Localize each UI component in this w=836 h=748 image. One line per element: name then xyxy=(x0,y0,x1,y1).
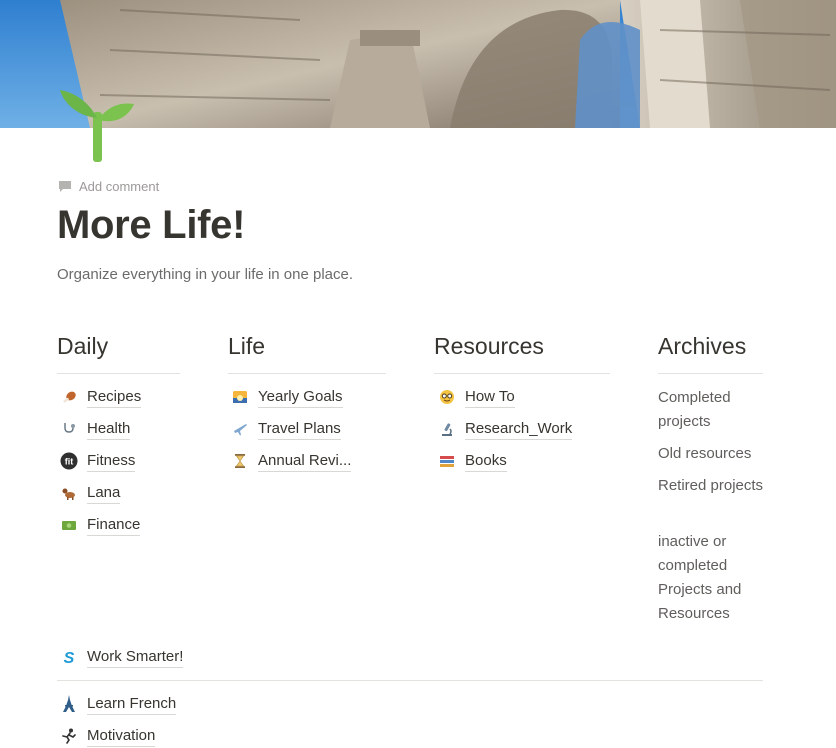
link-work-smarter[interactable]: S Work Smarter! xyxy=(60,645,184,669)
runner-icon xyxy=(60,727,78,745)
seedling-icon xyxy=(60,90,134,162)
resources-heading-rule xyxy=(434,373,610,374)
page-title[interactable]: More Life! xyxy=(57,203,245,248)
link-recipes[interactable]: Recipes xyxy=(60,385,142,409)
divider xyxy=(57,680,763,681)
comment-icon xyxy=(59,180,71,192)
link-finance[interactable]: Finance xyxy=(60,513,141,537)
archives-heading-rule xyxy=(658,373,763,374)
microscope-icon xyxy=(438,420,456,438)
link-learn-french[interactable]: Learn French xyxy=(60,692,177,716)
dollar-banknote-icon xyxy=(60,516,78,534)
svg-text:fit: fit xyxy=(65,457,74,467)
link-books[interactable]: Books xyxy=(438,449,507,473)
archive-note-completed-projects: Completed projects xyxy=(658,389,731,430)
hourglass-icon xyxy=(231,452,249,470)
link-label: Yearly Goals xyxy=(258,387,343,408)
link-label: Fitness xyxy=(87,451,136,472)
page-icon-seedling[interactable] xyxy=(58,84,136,164)
s-logo-icon: S xyxy=(60,648,78,666)
link-label: Health xyxy=(87,419,131,440)
dog-icon xyxy=(60,484,78,502)
link-research-work[interactable]: Research_Work xyxy=(438,417,573,441)
archive-note-inactive: inactive or completed Projects and Resou… xyxy=(658,533,742,622)
daily-heading-rule xyxy=(57,373,180,374)
link-label: Learn French xyxy=(87,694,177,715)
link-label: Travel Plans xyxy=(258,419,341,440)
page-subtitle: Organize everything in your life in one … xyxy=(57,266,354,283)
sunrise-icon xyxy=(231,388,249,406)
link-health[interactable]: Health xyxy=(60,417,131,441)
add-comment-button[interactable]: Add comment xyxy=(58,176,159,196)
eiffel-tower-icon xyxy=(60,695,78,713)
link-how-to[interactable]: How To xyxy=(438,385,515,409)
heading-life: Life xyxy=(228,333,266,359)
nerd-face-icon xyxy=(438,388,456,406)
life-heading-rule xyxy=(228,373,386,374)
archive-note-old-resources: Old resources xyxy=(658,445,752,462)
link-motivation[interactable]: Motivation xyxy=(60,724,156,748)
poultry-leg-icon xyxy=(60,388,78,406)
link-label: Research_Work xyxy=(465,419,573,440)
link-label: Motivation xyxy=(87,726,156,747)
add-comment-label: Add comment xyxy=(79,178,160,194)
books-icon xyxy=(438,452,456,470)
heading-daily: Daily xyxy=(57,333,109,359)
link-lana[interactable]: Lana xyxy=(60,481,121,505)
link-label: Annual Revi... xyxy=(258,451,352,472)
heading-resources: Resources xyxy=(434,333,544,359)
heading-archives: Archives xyxy=(658,333,747,359)
link-label: Recipes xyxy=(87,387,142,408)
svg-text:S: S xyxy=(64,650,75,665)
airplane-icon xyxy=(231,420,249,438)
stethoscope-icon xyxy=(60,420,78,438)
link-label: Finance xyxy=(87,515,141,536)
link-fitness[interactable]: fit Fitness xyxy=(60,449,136,473)
link-travel-plans[interactable]: Travel Plans xyxy=(231,417,341,441)
link-label: Lana xyxy=(87,483,121,504)
link-yearly-goals[interactable]: Yearly Goals xyxy=(231,385,343,409)
link-label: How To xyxy=(465,387,515,408)
link-label: Books xyxy=(465,451,507,472)
link-annual-review[interactable]: Annual Revi... xyxy=(231,449,352,473)
archive-note-retired-projects: Retired projects xyxy=(658,477,764,494)
link-label: Work Smarter! xyxy=(87,647,184,668)
fit-badge-icon: fit xyxy=(60,452,78,470)
